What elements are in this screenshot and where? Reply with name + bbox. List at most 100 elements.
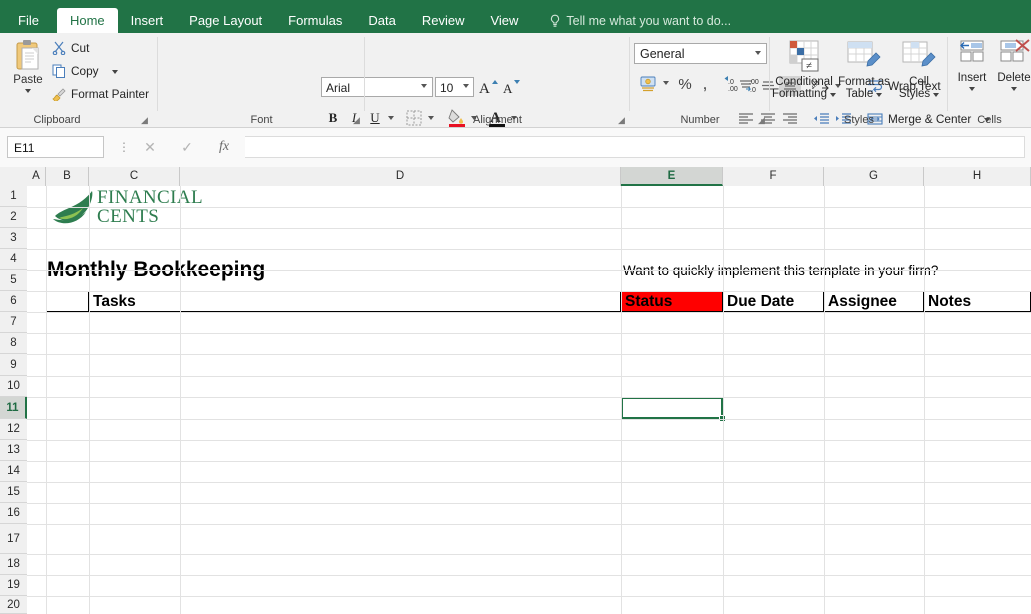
cell-text: Assignee: [828, 292, 897, 310]
financial-cents-swoosh-icon: [53, 191, 93, 224]
tab-file[interactable]: File: [0, 8, 57, 33]
tell-me-label: Tell me what you want to do...: [566, 13, 732, 28]
row-header-16[interactable]: 16: [0, 503, 27, 524]
format-as-table-caret[interactable]: [876, 93, 883, 97]
ribbon: Paste Cut Copy Format Painter Clipboard …: [0, 33, 1031, 128]
delete-cells-icon: [1000, 39, 1030, 62]
confirm-entry-icon[interactable]: ✓: [175, 137, 199, 157]
column-header-f[interactable]: F: [723, 167, 824, 186]
styles-group-label: Styles: [844, 114, 874, 126]
row-header-6[interactable]: 6: [0, 291, 27, 312]
paste-dropdown-caret[interactable]: [25, 89, 31, 93]
column-header-a[interactable]: A: [27, 167, 46, 186]
conditional-formatting-button[interactable]: ≠ Conditional Formatting: [772, 39, 836, 100]
gridline-horizontal: [27, 554, 1031, 555]
font-dialog-launcher[interactable]: ◢: [353, 116, 362, 125]
insert-caret[interactable]: [969, 87, 975, 91]
table-header-assignee[interactable]: Assignee: [824, 291, 924, 312]
row-header-18[interactable]: 18: [0, 554, 27, 575]
tab-page-layout[interactable]: Page Layout: [176, 8, 275, 33]
table-header-blank[interactable]: [46, 291, 89, 312]
tab-formulas[interactable]: Formulas: [275, 8, 355, 33]
table-header-notes[interactable]: Notes: [924, 291, 1031, 312]
paste-button[interactable]: Paste: [6, 39, 50, 105]
row-header-5[interactable]: 5: [0, 270, 27, 291]
row-header-12[interactable]: 12: [0, 419, 27, 440]
format-as-table-line2: Table: [845, 88, 874, 100]
cell-text: Status: [625, 292, 673, 310]
cancel-entry-icon[interactable]: ✕: [138, 137, 162, 157]
row-header-13[interactable]: 13: [0, 440, 27, 461]
insert-cells-button[interactable]: Insert: [952, 39, 992, 91]
gridline-horizontal: [27, 524, 1031, 525]
tab-data[interactable]: Data: [355, 8, 408, 33]
table-header-tasks[interactable]: Tasks: [89, 291, 621, 312]
row-header-8[interactable]: 8: [0, 333, 27, 354]
row-header-17[interactable]: 17: [0, 524, 27, 554]
table-header-due-date[interactable]: Due Date: [723, 291, 824, 312]
row-header-20[interactable]: 20: [0, 596, 27, 614]
ribbon-group-clipboard: Paste Cut Copy Format Painter Clipboard …: [0, 33, 158, 127]
format-painter-button[interactable]: Format Painter: [52, 87, 149, 101]
column-header-c[interactable]: C: [89, 167, 180, 186]
formula-bar-grip[interactable]: ⋮: [118, 140, 130, 154]
name-box[interactable]: E11: [7, 136, 104, 158]
paintbrush-icon: [52, 88, 66, 101]
clipboard-dialog-launcher[interactable]: ◢: [141, 116, 150, 125]
delete-caret[interactable]: [1011, 87, 1017, 91]
tab-insert[interactable]: Insert: [118, 8, 177, 33]
percent-style-button[interactable]: %: [675, 73, 695, 95]
gridline-horizontal: [27, 376, 1031, 377]
gridline-horizontal: [27, 249, 1031, 250]
cell-styles-button[interactable]: Cell Styles: [894, 39, 944, 100]
column-header-e[interactable]: E: [621, 167, 723, 186]
column-header-g[interactable]: G: [824, 167, 924, 186]
column-header-d[interactable]: D: [180, 167, 621, 186]
row-header-19[interactable]: 19: [0, 575, 27, 596]
column-headers: ABCDEFGH: [0, 167, 1031, 187]
copy-button[interactable]: Copy: [52, 64, 118, 78]
delete-cells-button[interactable]: Delete: [994, 39, 1031, 91]
table-header-status[interactable]: Status: [621, 291, 723, 312]
formula-input[interactable]: [245, 136, 1025, 158]
cut-button[interactable]: Cut: [52, 41, 89, 55]
number-format-caret[interactable]: [755, 51, 761, 55]
row-header-2[interactable]: 2: [0, 207, 27, 228]
row-header-3[interactable]: 3: [0, 228, 27, 249]
comma-style-button[interactable]: ,: [695, 73, 715, 95]
row-header-9[interactable]: 9: [0, 354, 27, 376]
sheet-canvas[interactable]: FINANCIAL CENTS Monthly Bookkeeping Want…: [27, 186, 1031, 614]
insert-function-icon[interactable]: fx: [212, 137, 236, 157]
row-header-15[interactable]: 15: [0, 482, 27, 503]
copy-dropdown-caret[interactable]: [111, 70, 118, 74]
tell-me-box[interactable]: Tell me what you want to do...: [549, 8, 731, 33]
accounting-format-caret[interactable]: [663, 81, 669, 85]
format-as-table-button[interactable]: Format as Table: [836, 39, 892, 100]
tab-view[interactable]: View: [477, 8, 531, 33]
increase-decimal-button[interactable]: .00.0: [744, 73, 766, 95]
number-dialog-launcher[interactable]: ◢: [758, 116, 767, 125]
alignment-dialog-launcher[interactable]: ◢: [618, 116, 627, 125]
column-header-b[interactable]: B: [46, 167, 89, 186]
cell-styles-caret[interactable]: [933, 93, 940, 97]
row-header-7[interactable]: 7: [0, 312, 27, 333]
tab-review[interactable]: Review: [409, 8, 478, 33]
cut-label: Cut: [71, 41, 90, 55]
conditional-formatting-icon: ≠: [789, 40, 819, 72]
tab-home[interactable]: Home: [56, 8, 118, 33]
gridline-vertical: [180, 186, 181, 614]
gridline-vertical: [924, 186, 925, 614]
number-format-select[interactable]: General: [634, 43, 767, 64]
format-as-table-icon: [847, 41, 881, 67]
column-header-h[interactable]: H: [924, 167, 1031, 186]
row-header-4[interactable]: 4: [0, 249, 27, 270]
row-header-1[interactable]: 1: [0, 186, 27, 207]
gridline-horizontal: [27, 291, 1031, 292]
decrease-decimal-button[interactable]: .0.00: [722, 73, 744, 95]
accounting-format-button[interactable]: [638, 73, 660, 95]
row-header-10[interactable]: 10: [0, 376, 27, 397]
row-header-14[interactable]: 14: [0, 461, 27, 482]
ribbon-tab-bar: File Home Insert Page Layout Formulas Da…: [0, 0, 1031, 33]
row-header-11[interactable]: 11: [0, 397, 27, 419]
excel-window: File Home Insert Page Layout Formulas Da…: [0, 0, 1031, 614]
